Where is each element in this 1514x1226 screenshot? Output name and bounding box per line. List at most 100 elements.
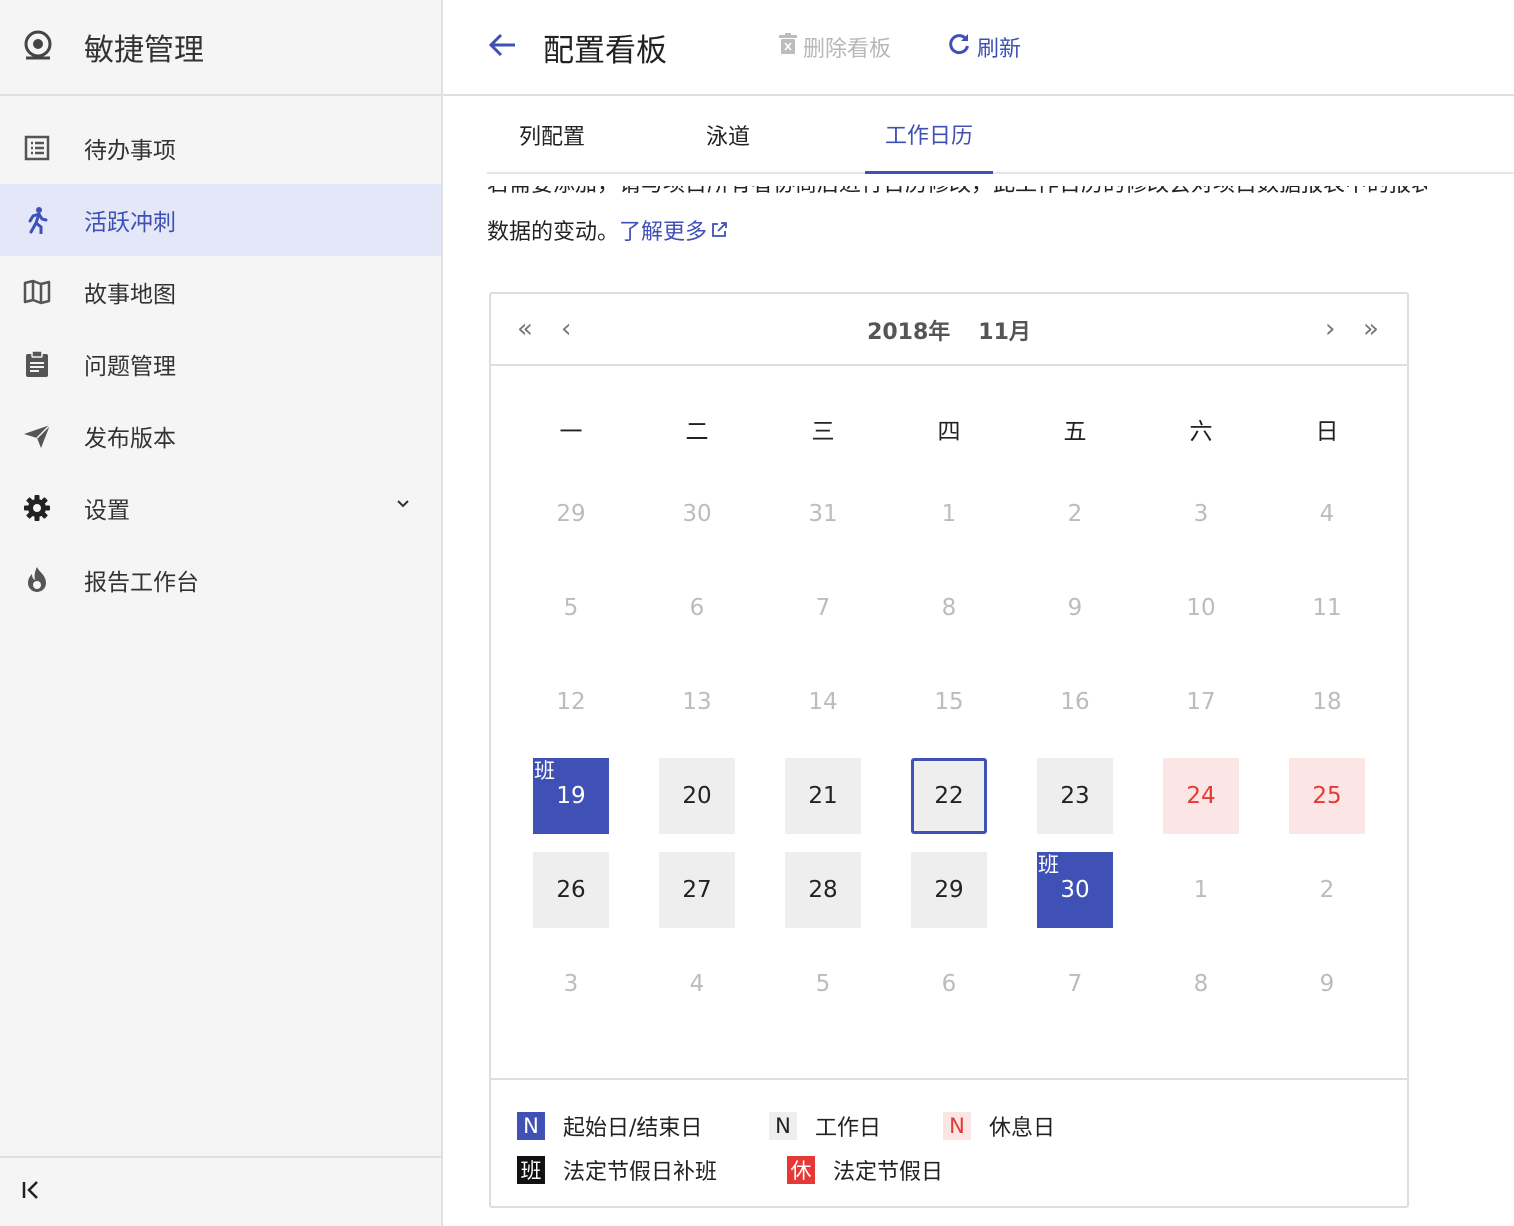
- calendar-day[interactable]: 20: [659, 758, 735, 834]
- calendar-day[interactable]: 11: [1289, 570, 1365, 646]
- sidebar-item-reports[interactable]: 报告工作台: [0, 544, 441, 616]
- brand: 敏捷管理: [0, 0, 441, 96]
- day-number: 3: [563, 971, 579, 997]
- sidebar-item-label: 发布版本: [84, 426, 176, 452]
- sidebar-item-release[interactable]: 发布版本: [0, 400, 441, 472]
- brand-title: 敏捷管理: [84, 33, 204, 68]
- day-number: 17: [1186, 689, 1216, 715]
- external-link-icon: [712, 222, 727, 237]
- sidebar-item-backlog[interactable]: 待办事项: [0, 112, 441, 184]
- tab-work-calendar[interactable]: 工作日历: [865, 96, 993, 174]
- calendar-day[interactable]: 8: [911, 570, 987, 646]
- day-number: 8: [1193, 971, 1209, 997]
- calendar-day[interactable]: 12: [533, 664, 609, 740]
- calendar-day[interactable]: 28: [785, 852, 861, 928]
- calendar-day[interactable]: 19 班: [533, 758, 609, 834]
- calendar-day[interactable]: 16: [1037, 664, 1113, 740]
- calendar-day[interactable]: 24: [1163, 758, 1239, 834]
- day-number: 18: [1312, 689, 1342, 715]
- calendar-day[interactable]: 13: [659, 664, 735, 740]
- sidebar-item-settings[interactable]: 设置: [0, 472, 441, 544]
- calendar-year[interactable]: 2018年: [867, 320, 950, 345]
- calendar-day[interactable]: 22: [911, 758, 987, 834]
- calendar-day[interactable]: 30: [659, 476, 735, 552]
- next-month-button[interactable]: ›: [1325, 314, 1335, 344]
- legend-item: N 起始日/结束日: [517, 1110, 702, 1142]
- calendar-day[interactable]: 30 班: [1037, 852, 1113, 928]
- sidebar-item-active-sprint[interactable]: 活跃冲刺: [0, 184, 441, 256]
- calendar-day[interactable]: 25: [1289, 758, 1365, 834]
- sidebar-item-story-map[interactable]: 故事地图: [0, 256, 441, 328]
- day-number: 22: [934, 783, 964, 809]
- day-number: 10: [1186, 595, 1216, 621]
- day-number: 11: [1312, 595, 1342, 621]
- legend-item: N 休息日: [943, 1110, 1055, 1142]
- calendar-day[interactable]: 8: [1163, 946, 1239, 1022]
- calendar-day[interactable]: 18: [1289, 664, 1365, 740]
- calendar-day[interactable]: 7: [1037, 946, 1113, 1022]
- sidebar-item-issues[interactable]: 问题管理: [0, 328, 441, 400]
- back-arrow-icon[interactable]: [487, 31, 517, 63]
- weekday-header: 一二三四五六日: [491, 412, 1407, 452]
- day-number: 27: [682, 877, 712, 903]
- collapse-sidebar-button[interactable]: [0, 1156, 441, 1226]
- page-header: 配置看板 删除看板 刷新: [443, 0, 1514, 96]
- tab-swimlane[interactable]: 泳道: [673, 96, 783, 174]
- calendar-day[interactable]: 29: [911, 852, 987, 928]
- calendar-day[interactable]: 9: [1037, 570, 1113, 646]
- delete-board-label: 删除看板: [803, 37, 892, 62]
- calendar-day[interactable]: 31: [785, 476, 861, 552]
- refresh-button[interactable]: 刷新: [947, 31, 1021, 63]
- description-text: 数据的变动。: [487, 220, 620, 245]
- calendar-day[interactable]: 4: [659, 946, 735, 1022]
- day-number: 13: [682, 689, 712, 715]
- calendar-day[interactable]: 1: [911, 476, 987, 552]
- day-number: 16: [1060, 689, 1090, 715]
- legend-label: 工作日: [815, 1116, 882, 1141]
- calendar-day[interactable]: 26: [533, 852, 609, 928]
- day-number: 7: [1067, 971, 1083, 997]
- calendar-day[interactable]: 14: [785, 664, 861, 740]
- calendar-day[interactable]: 4: [1289, 476, 1365, 552]
- clipboard-icon: [22, 349, 52, 379]
- calendar-day[interactable]: 10: [1163, 570, 1239, 646]
- next-year-button[interactable]: »: [1363, 314, 1379, 344]
- calendar-day[interactable]: 2: [1037, 476, 1113, 552]
- legend-swatch: 休: [787, 1156, 815, 1184]
- chevron-down-icon[interactable]: [395, 496, 411, 516]
- calendar-day[interactable]: 3: [533, 946, 609, 1022]
- calendar-day[interactable]: 5: [533, 570, 609, 646]
- logo-icon: [20, 28, 56, 66]
- calendar-day[interactable]: 17: [1163, 664, 1239, 740]
- weekday-label: 三: [811, 419, 835, 445]
- weekday-label: 二: [685, 419, 709, 445]
- day-number: 12: [556, 689, 586, 715]
- calendar-month[interactable]: 11月: [978, 320, 1031, 345]
- calendar-day[interactable]: 23: [1037, 758, 1113, 834]
- calendar-day[interactable]: 3: [1163, 476, 1239, 552]
- day-number: 9: [1319, 971, 1335, 997]
- calendar-day[interactable]: 2: [1289, 852, 1365, 928]
- calendar-day[interactable]: 21: [785, 758, 861, 834]
- tab-column-config[interactable]: 列配置: [487, 96, 617, 174]
- calendar-day[interactable]: 15: [911, 664, 987, 740]
- day-number: 29: [934, 877, 964, 903]
- calendar-day[interactable]: 29: [533, 476, 609, 552]
- legend-item: 班 法定节假日补班: [517, 1154, 717, 1186]
- calendar-day[interactable]: 6: [911, 946, 987, 1022]
- learn-more-link[interactable]: 了解更多: [619, 220, 728, 245]
- fire-icon: [22, 565, 52, 595]
- sidebar-item-label: 设置: [84, 498, 130, 524]
- delete-board-button[interactable]: 删除看板: [779, 31, 891, 63]
- calendar-day[interactable]: 1: [1163, 852, 1239, 928]
- refresh-icon: [947, 32, 977, 62]
- calendar-day[interactable]: 5: [785, 946, 861, 1022]
- calendar-day[interactable]: 9: [1289, 946, 1365, 1022]
- calendar-day[interactable]: 27: [659, 852, 735, 928]
- calendar-day[interactable]: 7: [785, 570, 861, 646]
- day-number: 7: [815, 595, 831, 621]
- map-icon: [22, 277, 52, 307]
- legend-item: 休 法定节假日: [787, 1154, 943, 1186]
- calendar-day[interactable]: 6: [659, 570, 735, 646]
- calendar-title: 2018年 11月: [491, 314, 1407, 346]
